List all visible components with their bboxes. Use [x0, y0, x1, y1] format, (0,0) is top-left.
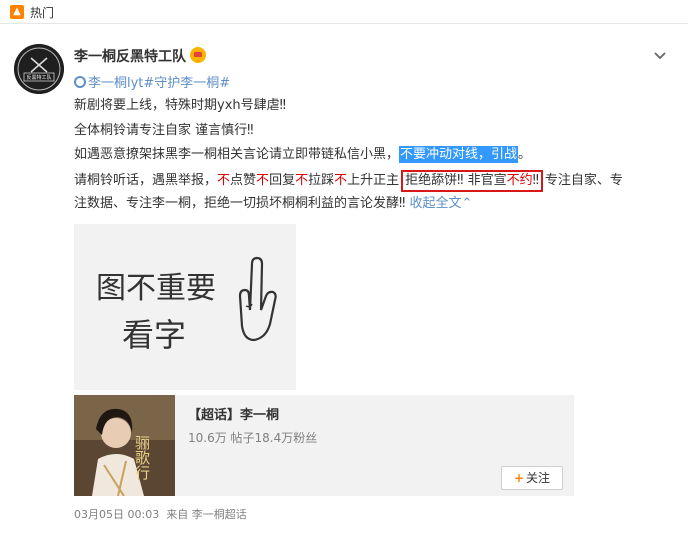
post-line-5: 注数据、专注李一桐，拒绝一切损坏桐桐利益的言论发酵‼ 收起全文⌃ — [74, 194, 472, 214]
post-line-4: 请桐铃听话，遇黑举报，不点赞不回复不拉踩不上升正主 拒绝舔饼‼ 非官宣不约‼ 专注自… — [74, 170, 623, 192]
line4-text-e: 上升正主 — [347, 173, 400, 188]
plus-icon: + — [513, 471, 525, 485]
collapse-text-link[interactable]: 收起全文⌃ — [405, 196, 472, 211]
fire-icon: ▲ — [10, 5, 24, 19]
line5-text: 注数据、专注李一桐，拒绝一切损坏桐桐利益的言论发酵‼ — [74, 196, 406, 211]
box-text-b: ‼ — [532, 173, 539, 188]
chevron-down-icon[interactable] — [652, 50, 668, 62]
line4-text-a: 请桐铃听话，遇黑举报， — [74, 173, 218, 188]
weibo-post-card: 反黑特工队 李一桐反黑特工队 李一桐lyt#守护李一桐# 新剧将要上线，特殊时期… — [0, 24, 688, 542]
post-image[interactable]: 图不重要 看字 — [74, 224, 296, 390]
post-line-3: 如遇恶意撩架抹黑李一桐相关言论请立即带链私信小黑，不要冲动对线，引战。 — [74, 145, 531, 165]
post-line-2: 全体桐铃请专注自家 谨言慎行‼ — [74, 123, 254, 138]
line4-text-c: 回复 — [269, 173, 296, 188]
post-line-1: 新剧将要上线，特殊时期yxh号肆虐‼ — [74, 98, 286, 113]
post-meta: 03月05日 00:03 来自 李一桐超话 — [74, 506, 247, 522]
follow-label: 关注 — [526, 471, 551, 485]
box-text-a: 拒绝舔饼‼ 非官宣 — [405, 173, 507, 188]
link-icon — [74, 76, 86, 88]
svg-text:图不重要: 图不重要 — [96, 271, 216, 306]
avatar[interactable]: 反黑特工队 — [14, 44, 64, 94]
tags-text[interactable]: 李一桐lyt#守护李一桐# — [88, 76, 230, 91]
collapse-label[interactable]: 收起全文 — [409, 196, 461, 211]
line4-text-b: 点赞 — [230, 173, 257, 188]
line4-text-d: 拉踩 — [308, 173, 335, 188]
follow-button[interactable]: + 关注 — [501, 466, 563, 490]
red-annotation-box: 拒绝舔饼‼ 非官宣不约‼ — [401, 170, 543, 192]
hot-bar: ▲ 热门 — [0, 0, 688, 24]
crown-badge-icon — [190, 47, 206, 63]
topic-title[interactable]: 【超话】李一桐 — [188, 404, 279, 423]
line4-red-4: 不 — [334, 173, 348, 188]
line4-red-3: 不 — [295, 173, 309, 188]
super-topic-card[interactable]: 骊歌行 【超话】李一桐 10.6万 帖子18.4万粉丝 + 关注 — [74, 395, 574, 496]
topic-tags[interactable]: 李一桐lyt#守护李一桐# — [74, 72, 230, 91]
hot-label: 热门 — [30, 6, 55, 20]
svg-text:看字: 看字 — [122, 316, 186, 354]
line3-end: 。 — [518, 147, 532, 162]
selected-text-highlight: 不要冲动对线，引战 — [399, 146, 519, 163]
line3-text: 如遇恶意撩架抹黑李一桐相关言论请立即带链私信小黑， — [74, 147, 400, 162]
post-source[interactable]: 来自 李一桐超话 — [166, 508, 247, 521]
line4-red-2: 不 — [256, 173, 270, 188]
line4-text-f: 专注自家、专 — [544, 173, 623, 188]
box-text-red: 不约 — [506, 173, 533, 188]
post-time[interactable]: 03月05日 00:03 — [74, 508, 159, 521]
topic-thumbnail[interactable]: 骊歌行 — [74, 395, 175, 496]
svg-text:反黑特工队: 反黑特工队 — [26, 74, 51, 81]
author-name[interactable]: 李一桐反黑特工队 — [74, 46, 186, 66]
line4-red-1: 不 — [217, 173, 231, 188]
svg-text:骊歌行: 骊歌行 — [133, 435, 151, 481]
chevron-up-icon: ⌃ — [461, 196, 473, 211]
topic-stats: 10.6万 帖子18.4万粉丝 — [188, 431, 318, 445]
